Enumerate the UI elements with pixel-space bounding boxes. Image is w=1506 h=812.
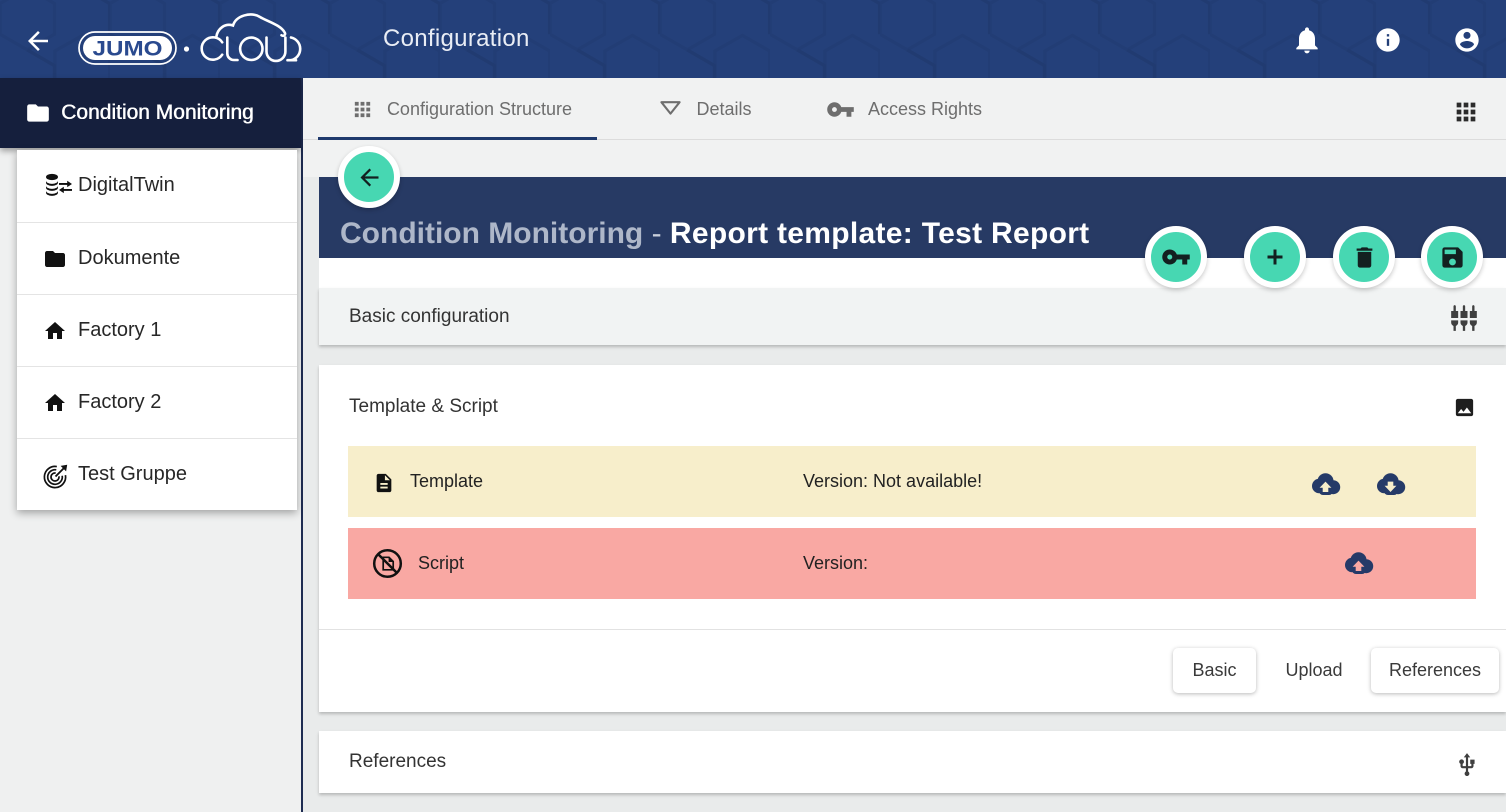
- svg-text:JUMO: JUMO: [93, 37, 163, 61]
